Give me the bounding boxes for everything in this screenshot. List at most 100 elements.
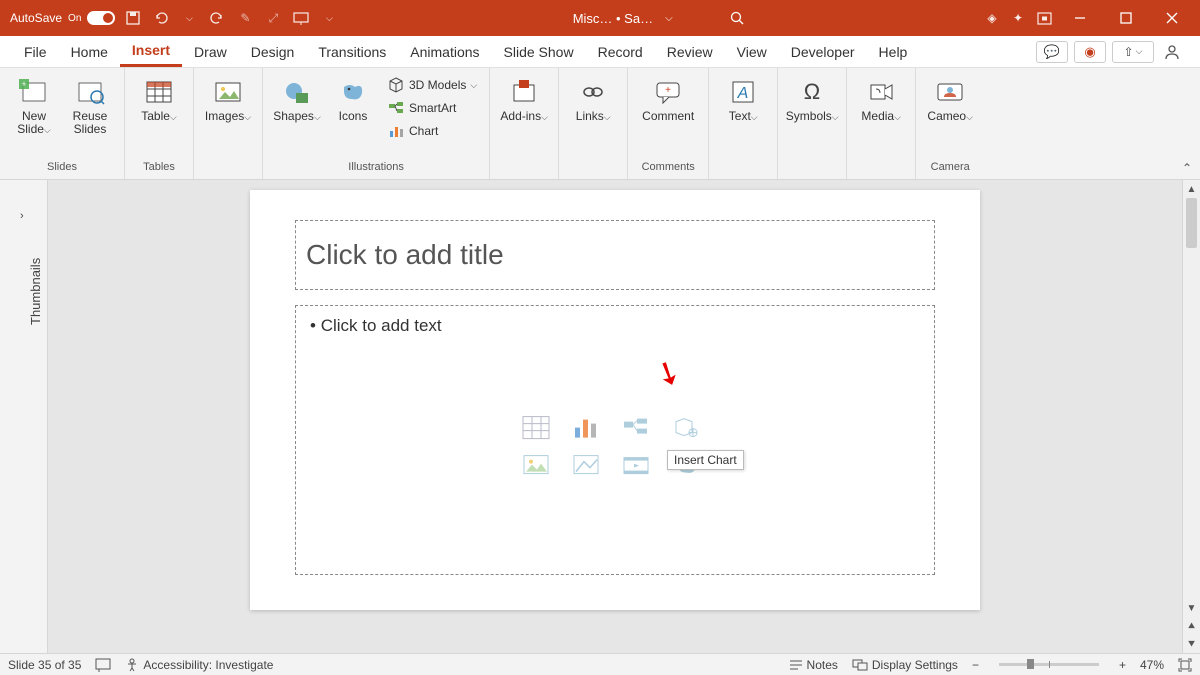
cameo-button[interactable]: Cameo <box>924 74 976 125</box>
present-icon[interactable] <box>291 8 311 28</box>
shapes-button[interactable]: Shapes <box>271 74 323 125</box>
redo-icon[interactable] <box>207 8 227 28</box>
addins-icon <box>508 76 540 108</box>
media-icon <box>865 76 897 108</box>
prev-slide-icon[interactable]: ⯅ <box>1183 617 1200 635</box>
ribbon-insert: + New Slide Reuse Slides Slides Table Ta… <box>0 68 1200 180</box>
links-button[interactable]: Links <box>567 74 619 125</box>
thumbnails-label: Thumbnails <box>28 258 43 325</box>
zoom-out-button[interactable]: − <box>972 658 979 672</box>
tab-file[interactable]: File <box>12 38 59 66</box>
comment-button[interactable]: + Comment <box>636 74 700 125</box>
group-label-slides: Slides <box>47 159 77 177</box>
vertical-scrollbar[interactable]: ▲ ▼ ⯅ ⯆ <box>1182 180 1200 653</box>
media-button[interactable]: Media <box>855 74 907 125</box>
smartart-button[interactable]: SmartArt <box>383 97 481 119</box>
undo-dropdown-icon[interactable]: ⌵ <box>179 8 199 28</box>
toggle-switch-icon[interactable] <box>87 11 115 25</box>
autosave-toggle-group[interactable]: AutoSave On <box>10 11 115 25</box>
undo-icon[interactable] <box>151 8 171 28</box>
tab-record[interactable]: Record <box>586 38 655 66</box>
text-icon: A <box>727 76 759 108</box>
zoom-level[interactable]: 47% <box>1140 658 1164 672</box>
addins-button[interactable]: Add-ins <box>498 74 550 125</box>
cameo-icon <box>934 76 966 108</box>
window-mode-icon[interactable] <box>1034 8 1054 28</box>
tab-draw[interactable]: Draw <box>182 38 239 66</box>
tab-review[interactable]: Review <box>655 38 725 66</box>
images-icon <box>212 76 244 108</box>
insert-chart-icon[interactable] <box>570 414 602 442</box>
doc-name-dropdown-icon[interactable]: ⌵ <box>665 13 673 24</box>
minimize-button[interactable] <box>1060 4 1100 32</box>
tab-help[interactable]: Help <box>867 38 920 66</box>
scroll-up-icon[interactable]: ▲ <box>1183 180 1200 198</box>
insert-smartart-icon[interactable] <box>620 414 652 442</box>
title-placeholder[interactable]: Click to add title <box>295 220 935 290</box>
ribbon-tabs: File Home Insert Draw Design Transitions… <box>0 36 1200 68</box>
symbols-button[interactable]: Ω Symbols <box>786 74 838 125</box>
text-button[interactable]: A Text <box>717 74 769 125</box>
slide[interactable]: Click to add title Click to add text ➘ I… <box>250 190 980 610</box>
share-button[interactable]: ⇧ ⌵ <box>1112 41 1154 63</box>
insert-picture-icon[interactable] <box>520 452 552 480</box>
next-slide-icon[interactable]: ⯆ <box>1183 635 1200 653</box>
insert-stock-icon[interactable] <box>570 452 602 480</box>
tab-view[interactable]: View <box>725 38 779 66</box>
search-icon[interactable] <box>725 6 749 30</box>
document-name[interactable]: Misc… • Sa… <box>573 11 653 26</box>
accessibility-status[interactable]: Accessibility: Investigate <box>125 658 273 672</box>
3d-models-button[interactable]: 3D Models ⌵ <box>383 74 481 96</box>
chart-icon <box>387 122 405 140</box>
tab-animations[interactable]: Animations <box>398 38 491 66</box>
tab-insert[interactable]: Insert <box>120 36 182 67</box>
group-label-illustrations: Illustrations <box>348 159 404 177</box>
icons-icon <box>337 76 369 108</box>
icons-button[interactable]: Icons <box>327 74 379 125</box>
insert-video-icon[interactable] <box>620 452 652 480</box>
diamond-icon[interactable]: ◈ <box>982 8 1002 28</box>
new-slide-button[interactable]: + New Slide <box>8 74 60 138</box>
slide-counter[interactable]: Slide 35 of 35 <box>8 658 81 672</box>
insert-icons-icon[interactable] <box>670 452 702 480</box>
links-icon <box>577 76 609 108</box>
table-button[interactable]: Table <box>133 74 185 125</box>
images-button[interactable]: Images <box>202 74 254 125</box>
fit-to-window-icon[interactable] <box>1178 658 1192 672</box>
insert-table-icon[interactable] <box>520 414 552 442</box>
wand-icon[interactable]: ✦ <box>1008 8 1028 28</box>
comment-icon: + <box>652 76 684 108</box>
new-slide-icon: + <box>18 76 50 108</box>
spellcheck-icon[interactable] <box>95 658 111 672</box>
tab-slideshow[interactable]: Slide Show <box>492 38 586 66</box>
close-button[interactable] <box>1152 4 1192 32</box>
group-label-tables: Tables <box>143 159 175 177</box>
insert-3d-icon[interactable] <box>670 414 702 442</box>
svg-text:Ω: Ω <box>804 79 820 104</box>
content-placeholder[interactable]: Click to add text <box>295 305 935 575</box>
collapse-ribbon-icon[interactable]: ⌃ <box>1182 161 1192 175</box>
tab-home[interactable]: Home <box>59 38 120 66</box>
svg-text:A: A <box>737 85 749 102</box>
thumbnails-expand-icon[interactable]: › <box>20 210 24 222</box>
scroll-thumb[interactable] <box>1186 198 1198 248</box>
display-settings-button[interactable]: Display Settings <box>852 658 958 672</box>
tab-developer[interactable]: Developer <box>779 38 867 66</box>
scroll-down-icon[interactable]: ▼ <box>1183 599 1200 617</box>
qat-icon-1[interactable]: ✎ <box>235 8 255 28</box>
zoom-slider[interactable] <box>999 663 1099 666</box>
tab-design[interactable]: Design <box>239 38 307 66</box>
save-icon[interactable] <box>123 8 143 28</box>
notes-button[interactable]: Notes <box>789 658 838 672</box>
maximize-button[interactable] <box>1106 4 1146 32</box>
chart-button[interactable]: Chart <box>383 120 481 142</box>
zoom-in-button[interactable]: + <box>1119 658 1126 672</box>
record-button[interactable]: ◉ <box>1074 41 1106 63</box>
accessibility-icon <box>125 658 139 672</box>
user-icon[interactable] <box>1160 43 1184 61</box>
tab-transitions[interactable]: Transitions <box>306 38 398 66</box>
qat-customize-icon[interactable]: ⌵ <box>319 8 339 28</box>
qat-icon-2[interactable]: ⤢ <box>263 8 283 28</box>
reuse-slides-button[interactable]: Reuse Slides <box>64 74 116 138</box>
comments-pane-button[interactable]: 💬 <box>1036 41 1068 63</box>
